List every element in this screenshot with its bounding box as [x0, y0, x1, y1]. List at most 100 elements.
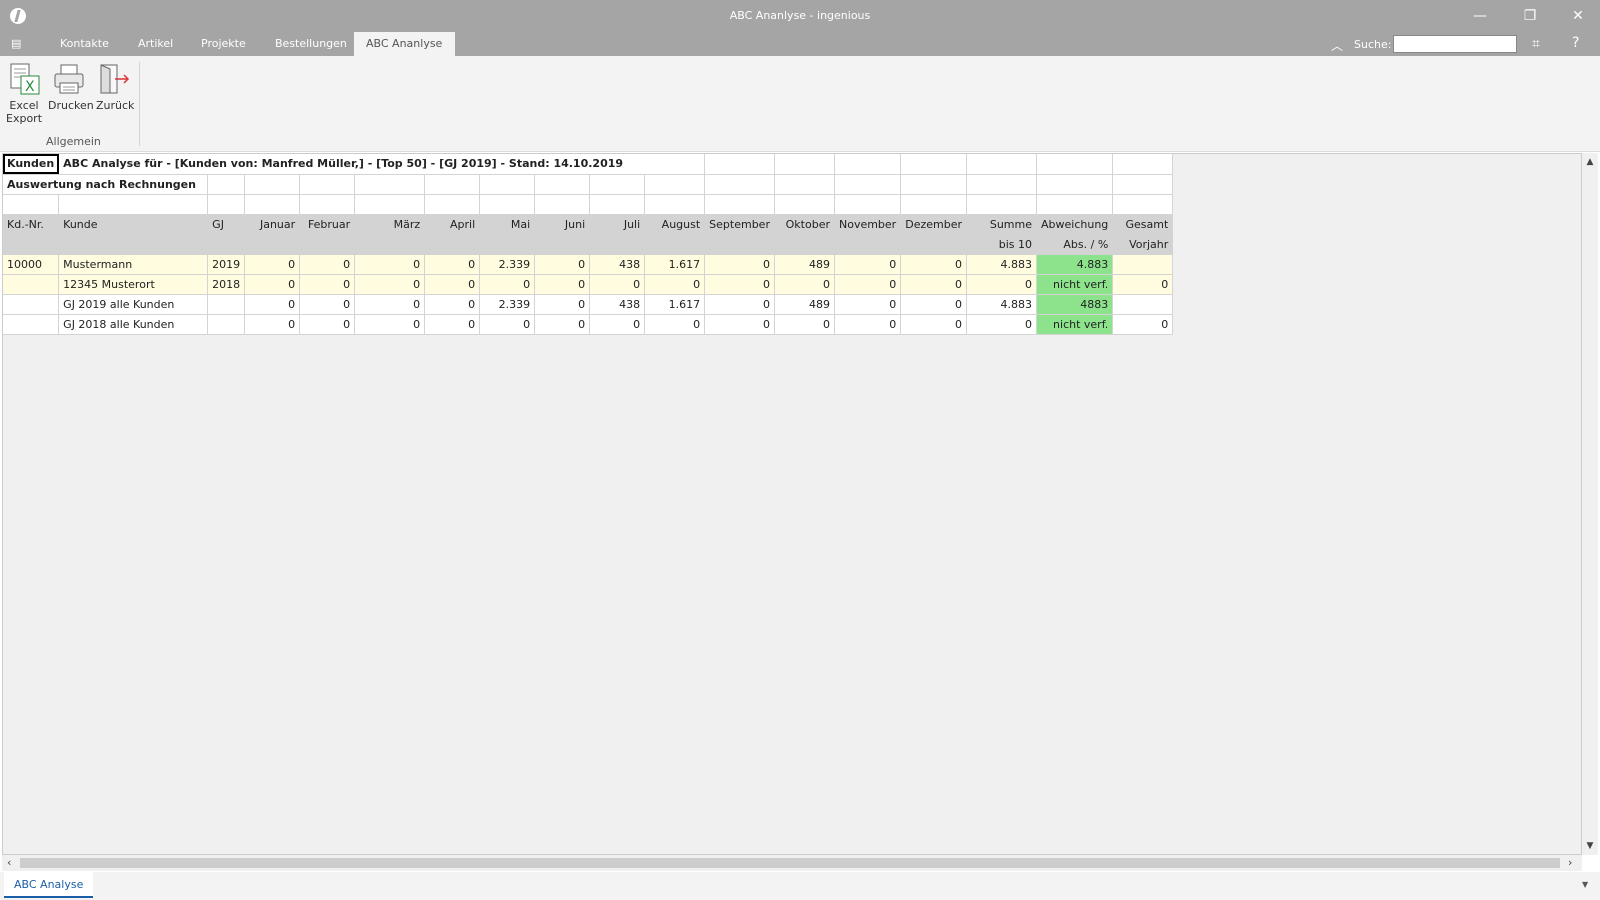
table-cell[interactable]: 4.883: [966, 254, 1037, 275]
table-cell[interactable]: 0: [299, 294, 356, 315]
tab-kontakte[interactable]: Kontakte: [48, 32, 121, 56]
table-cell[interactable]: [1112, 294, 1174, 315]
grid-cell[interactable]: [299, 174, 356, 195]
table-cell[interactable]: 438: [589, 254, 646, 275]
table-cell[interactable]: 0: [354, 294, 426, 315]
table-cell[interactable]: 0: [244, 294, 301, 315]
spreadsheet-area[interactable]: Kunden ABC Analyse für - [Kunden von: Man…: [2, 153, 1582, 855]
column-header[interactable]: November: [834, 214, 902, 235]
table-cell[interactable]: 0: [704, 294, 775, 315]
table-cell[interactable]: 0: [424, 314, 481, 335]
table-cell[interactable]: 0: [354, 254, 426, 275]
grid-cell[interactable]: [1112, 154, 1174, 175]
scroll-right-icon[interactable]: ›: [1568, 855, 1572, 871]
column-header[interactable]: Oktober: [774, 214, 835, 235]
table-cell[interactable]: 0: [1112, 314, 1174, 335]
column-header[interactable]: Juni: [534, 214, 591, 235]
table-cell[interactable]: 0: [299, 314, 356, 335]
table-cell[interactable]: 0: [244, 274, 301, 295]
excel-export-button[interactable]: X Excel Export: [6, 62, 42, 125]
column-header[interactable]: [834, 234, 902, 255]
table-cell[interactable]: [207, 294, 246, 315]
grid-cell[interactable]: [704, 194, 775, 215]
table-cell[interactable]: GJ 2019 alle Kunden: [58, 294, 209, 315]
column-header[interactable]: [479, 234, 536, 255]
table-cell[interactable]: 0: [479, 274, 536, 295]
table-cell[interactable]: 2018: [207, 274, 246, 295]
column-header[interactable]: Mai: [479, 214, 536, 235]
table-cell[interactable]: 0: [644, 274, 706, 295]
column-header[interactable]: [644, 234, 706, 255]
column-header[interactable]: [58, 234, 209, 255]
search-input[interactable]: [1393, 35, 1517, 53]
table-cell[interactable]: 12345 Musterort: [58, 274, 209, 295]
table-cell[interactable]: 0: [534, 274, 591, 295]
table-cell[interactable]: [1112, 254, 1174, 275]
table-cell[interactable]: 0: [354, 314, 426, 335]
table-cell[interactable]: 0: [834, 294, 902, 315]
column-header[interactable]: Juli: [589, 214, 646, 235]
table-cell[interactable]: 1.617: [644, 294, 706, 315]
app-menu-icon[interactable]: ▤: [11, 37, 31, 51]
grid-cell[interactable]: [704, 154, 775, 175]
print-button[interactable]: Drucken: [48, 62, 94, 112]
scroll-left-icon[interactable]: ‹: [7, 855, 11, 871]
table-cell[interactable]: 0: [900, 294, 967, 315]
bottom-tab-abc-analyse[interactable]: ABC Analyse: [4, 872, 94, 898]
column-header[interactable]: [244, 234, 301, 255]
column-header[interactable]: Abweichung: [1036, 214, 1114, 235]
grid-cell[interactable]: [900, 174, 967, 195]
column-header[interactable]: August: [644, 214, 706, 235]
table-cell[interactable]: 0: [534, 254, 591, 275]
column-header[interactable]: [900, 234, 967, 255]
table-cell[interactable]: 0: [644, 314, 706, 335]
grid-cell[interactable]: [1036, 174, 1114, 195]
scroll-up-icon[interactable]: ▲: [1582, 157, 1598, 167]
scroll-down-icon[interactable]: ▼: [1582, 841, 1598, 851]
table-cell[interactable]: 1.617: [644, 254, 706, 275]
collapse-ribbon-icon[interactable]: ︿: [1331, 37, 1343, 54]
close-button[interactable]: ✕: [1562, 4, 1594, 28]
vertical-scrollbar[interactable]: ▲ ▼: [1582, 153, 1598, 855]
grid-cell[interactable]: [1112, 194, 1174, 215]
grid-cell[interactable]: [644, 194, 706, 215]
grid-cell[interactable]: [834, 174, 902, 195]
table-cell[interactable]: 0: [424, 274, 481, 295]
tab-projekte[interactable]: Projekte: [189, 32, 258, 56]
grid-cell[interactable]: [900, 194, 967, 215]
grid-cell[interactable]: [966, 174, 1037, 195]
report-title[interactable]: ABC Analyse für - [Kunden von: Manfred M…: [58, 154, 645, 175]
grid-cell[interactable]: [244, 194, 301, 215]
table-cell[interactable]: 489: [774, 254, 835, 275]
grid-cell[interactable]: [589, 194, 646, 215]
column-header[interactable]: Februar: [299, 214, 356, 235]
grid-cell[interactable]: [1036, 154, 1114, 175]
grid-cell[interactable]: [900, 154, 967, 175]
table-cell[interactable]: [3, 274, 60, 295]
table-cell[interactable]: 0: [589, 314, 646, 335]
table-cell[interactable]: nicht verf.: [1036, 274, 1114, 295]
table-cell[interactable]: 2.339: [479, 254, 536, 275]
table-cell[interactable]: Mustermann: [58, 254, 209, 275]
tab-bestellungen[interactable]: Bestellungen: [263, 32, 359, 56]
table-cell[interactable]: 0: [534, 294, 591, 315]
column-header[interactable]: Gesamt: [1112, 214, 1174, 235]
table-cell[interactable]: 0: [834, 314, 902, 335]
tab-artikel[interactable]: Artikel: [126, 32, 185, 56]
table-cell[interactable]: GJ 2018 alle Kunden: [58, 314, 209, 335]
table-cell[interactable]: 0: [299, 254, 356, 275]
grid-cell[interactable]: [244, 174, 301, 195]
grid-cell[interactable]: [644, 154, 706, 175]
grid-cell[interactable]: [534, 174, 591, 195]
help-icon[interactable]: ?: [1572, 35, 1579, 51]
binoculars-icon[interactable]: ⌗: [1532, 36, 1540, 52]
grid-cell[interactable]: [774, 174, 835, 195]
table-cell[interactable]: [207, 314, 246, 335]
grid-cell[interactable]: [774, 194, 835, 215]
restore-button[interactable]: ❐: [1514, 4, 1546, 28]
grid-cell[interactable]: [354, 194, 426, 215]
grid-cell[interactable]: [354, 174, 426, 195]
table-cell[interactable]: 0: [244, 254, 301, 275]
table-cell[interactable]: 0: [900, 274, 967, 295]
table-cell[interactable]: [3, 314, 60, 335]
